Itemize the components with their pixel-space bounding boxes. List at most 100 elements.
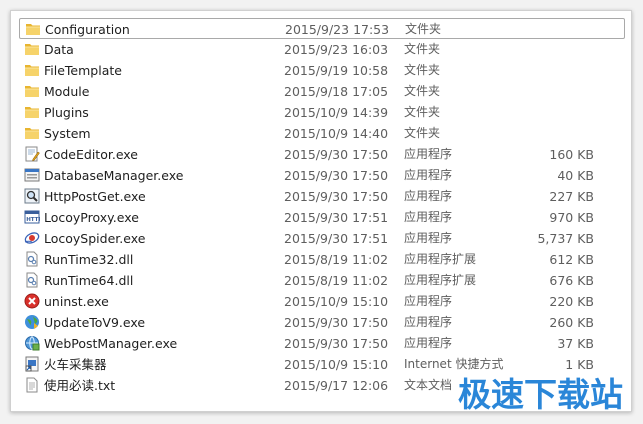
- file-type: 文件夹: [404, 126, 441, 140]
- file-name: Data: [44, 42, 74, 57]
- file-size: 37 KB: [557, 336, 594, 351]
- file-name: UpdateToV9.exe: [44, 315, 146, 330]
- file-name: Plugins: [44, 105, 89, 120]
- file-size: 612 KB: [549, 252, 594, 267]
- file-type: 文件夹: [405, 22, 442, 36]
- file-size: 1 KB: [565, 357, 594, 372]
- text-file-icon: [24, 377, 40, 393]
- file-size: 676 KB: [549, 273, 594, 288]
- file-modified-date: 2015/9/30 17:50: [284, 315, 389, 330]
- file-size: 260 KB: [549, 315, 594, 330]
- folder-icon: [25, 21, 41, 37]
- file-modified-date: 2015/10/9 14:39: [284, 105, 389, 120]
- file-row[interactable]: RunTime64.dll 2015/8/19 11:02 应用程序扩展 676 KB: [19, 270, 625, 291]
- file-modified-date: 2015/10/9 15:10: [284, 294, 389, 309]
- file-name: CodeEditor.exe: [44, 147, 138, 162]
- file-size: 227 KB: [549, 189, 594, 204]
- file-type: 应用程序: [404, 231, 453, 245]
- file-name: System: [44, 126, 91, 141]
- file-type: 应用程序: [404, 294, 453, 308]
- file-modified-date: 2015/9/30 17:51: [284, 210, 389, 225]
- file-size: [524, 60, 594, 81]
- file-name: RunTime64.dll: [44, 273, 134, 288]
- file-size: 160 KB: [549, 147, 594, 162]
- site-watermark: 极速下载站: [458, 375, 623, 412]
- file-row[interactable]: uninst.exe 2015/10/9 15:10 应用程序 220 KB: [19, 291, 625, 312]
- file-type: 应用程序扩展: [404, 273, 477, 287]
- file-name: RunTime32.dll: [44, 252, 134, 267]
- file-size: 5,737 KB: [537, 231, 594, 246]
- http-proxy-icon: HTTP: [24, 209, 42, 225]
- file-list: Configuration 2015/9/23 17:53 文件夹 Data 2015/…: [19, 18, 625, 396]
- magnifier-icon: [24, 188, 40, 204]
- file-name: Configuration: [45, 22, 130, 37]
- web-post-icon: [24, 335, 40, 351]
- database-icon: [24, 167, 40, 183]
- file-type: 应用程序扩展: [404, 252, 477, 266]
- file-type: 文件夹: [404, 42, 441, 56]
- file-size: [524, 81, 594, 102]
- file-row[interactable]: Module 2015/9/18 17:05 文件夹: [19, 81, 625, 102]
- file-name: LocoySpider.exe: [44, 231, 146, 246]
- file-type: 应用程序: [404, 147, 453, 161]
- file-type: 应用程序: [404, 336, 453, 350]
- code-editor-icon: [24, 146, 40, 162]
- file-row[interactable]: DatabaseManager.exe 2015/9/30 17:50 应用程序 40…: [19, 165, 625, 186]
- file-row[interactable]: HTTP LocoyProxy.exe 2015/9/30 17:51 应用程序 970…: [19, 207, 625, 228]
- file-size: 970 KB: [549, 210, 594, 225]
- file-name: WebPostManager.exe: [44, 336, 178, 351]
- file-size: [525, 19, 595, 40]
- file-row[interactable]: RunTime32.dll 2015/8/19 11:02 应用程序扩展 612 KB: [19, 249, 625, 270]
- file-row[interactable]: Data 2015/9/23 16:03 文件夹: [19, 39, 625, 60]
- file-size: 220 KB: [549, 294, 594, 309]
- file-size: 40 KB: [557, 168, 594, 183]
- file-size: [524, 102, 594, 123]
- folder-icon: [24, 83, 40, 99]
- file-modified-date: 2015/9/30 17:50: [284, 336, 389, 351]
- file-modified-date: 2015/9/30 17:50: [284, 189, 389, 204]
- file-name: 使用必读.txt: [44, 378, 116, 393]
- file-size: [524, 39, 594, 60]
- file-name: uninst.exe: [44, 294, 109, 309]
- file-row[interactable]: FileTemplate 2015/9/19 10:58 文件夹: [19, 60, 625, 81]
- file-modified-date: 2015/9/23 16:03: [284, 42, 389, 57]
- file-modified-date: 2015/9/17 12:06: [284, 378, 389, 393]
- file-row[interactable]: Plugins 2015/10/9 14:39 文件夹: [19, 102, 625, 123]
- shortcut-icon: [24, 356, 40, 372]
- folder-icon: [24, 62, 40, 78]
- file-modified-date: 2015/9/18 17:05: [284, 84, 389, 99]
- file-modified-date: 2015/9/30 17:50: [284, 168, 389, 183]
- file-name: HttpPostGet.exe: [44, 189, 146, 204]
- file-row[interactable]: UpdateToV9.exe 2015/9/30 17:50 应用程序 260 KB: [19, 312, 625, 333]
- file-list-window: Configuration 2015/9/23 17:53 文件夹 Data 2015/…: [10, 10, 632, 412]
- file-type: 应用程序: [404, 189, 453, 203]
- update-globe-icon: [24, 314, 40, 330]
- file-size: [524, 123, 594, 144]
- file-modified-date: 2015/9/23 17:53: [285, 22, 390, 37]
- file-modified-date: 2015/10/9 14:40: [284, 126, 389, 141]
- file-name: Module: [44, 84, 90, 99]
- file-type: 应用程序: [404, 210, 453, 224]
- file-modified-date: 2015/9/30 17:51: [284, 231, 389, 246]
- file-row[interactable]: WebPostManager.exe 2015/9/30 17:50 应用程序 37 …: [19, 333, 625, 354]
- file-row[interactable]: HttpPostGet.exe 2015/9/30 17:50 应用程序 227 KB: [19, 186, 625, 207]
- file-type: 应用程序: [404, 168, 453, 182]
- svg-text:HTTP: HTTP: [26, 217, 40, 223]
- dll-file-icon: [24, 272, 40, 288]
- file-row[interactable]: System 2015/10/9 14:40 文件夹: [19, 123, 625, 144]
- file-row[interactable]: CodeEditor.exe 2015/9/30 17:50 应用程序 160 KB: [19, 144, 625, 165]
- folder-icon: [24, 104, 40, 120]
- uninstall-icon: [24, 293, 40, 309]
- file-name: LocoyProxy.exe: [44, 210, 139, 225]
- file-type: Internet 快捷方式: [404, 357, 504, 371]
- file-row[interactable]: Configuration 2015/9/23 17:53 文件夹: [19, 18, 625, 39]
- file-row[interactable]: 火车采集器 2015/10/9 15:10 Internet 快捷方式 1 KB: [19, 354, 625, 375]
- file-type: 应用程序: [404, 315, 453, 329]
- file-name: FileTemplate: [44, 63, 122, 78]
- file-row[interactable]: LocoySpider.exe 2015/9/30 17:51 应用程序 5,737 …: [19, 228, 625, 249]
- folder-icon: [24, 41, 40, 57]
- file-name: DatabaseManager.exe: [44, 168, 184, 183]
- file-type: 文件夹: [404, 84, 441, 98]
- file-name: 火车采集器: [44, 357, 107, 372]
- dll-file-icon: [24, 251, 40, 267]
